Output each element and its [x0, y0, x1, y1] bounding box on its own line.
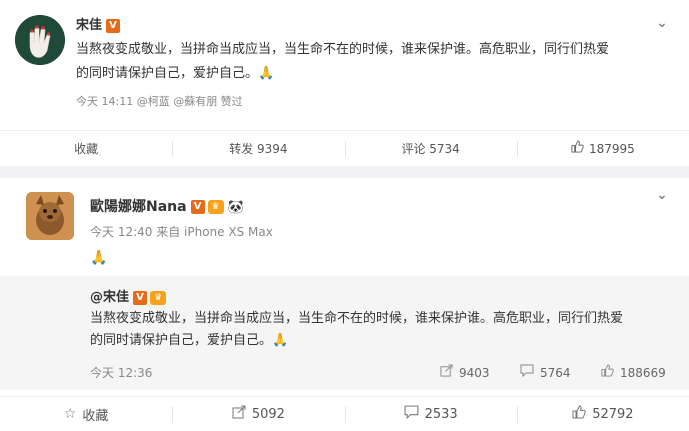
share-icon [440, 364, 453, 381]
feed-divider [0, 166, 689, 178]
repost-text: 当熬夜变成敬业，当拼命当成应当，当生命不在的时候，谁来保护谁。高危职业，同行们热… [90, 308, 623, 352]
share-icon [232, 405, 246, 423]
like-button[interactable]: 187995 [516, 131, 689, 166]
post-text-line: 当熬夜变成敬业，当拼命当成应当，当生命不在的时候，谁来保护谁。高危职业，同行们热… [76, 42, 610, 57]
repost-button[interactable]: 转发 9394 [172, 131, 344, 166]
repost-text-line: 当熬夜变成敬业，当拼命当成应当，当生命不在的时候，谁来保护谁。高危职业，同行们热… [90, 311, 624, 326]
post-text: 当熬夜变成敬业，当拼命当成应当，当生命不在的时候，谁来保护谁。高危职业，同行们热… [76, 38, 609, 86]
post-meta: 今天 14:11 @柯蓝 @蘇有朋 赞过 [76, 95, 243, 108]
repost-author[interactable]: @宋佳 V ♛ [90, 286, 167, 305]
repost-time: 今天 12:36 [90, 366, 153, 380]
repost-like-count: 188669 [620, 365, 666, 380]
author-name[interactable]: 宋佳 V [76, 14, 121, 33]
like-button[interactable]: 52792 [516, 397, 689, 431]
post-action-bar: 收藏 转发 9394 评论 5734 187995 [0, 130, 689, 166]
repost-comment-stat[interactable]: 5764 [520, 364, 571, 381]
repost-share-stat[interactable]: 9403 [440, 364, 490, 381]
comment-icon [520, 364, 534, 381]
post-meta: 今天 12:40 来自 iPhone XS Max [90, 225, 273, 239]
repost-author-text[interactable]: @宋佳 [90, 290, 129, 305]
post-action-bar: ☆ 收藏 5092 2533 52792 [0, 396, 689, 431]
repost-comment-count: 5764 [540, 365, 571, 380]
crown-badge-icon: ♛ [150, 290, 167, 305]
favorite-label: 收藏 [82, 408, 109, 424]
verified-badge-icon: V [190, 200, 205, 214]
comment-label: 评论 5734 [401, 142, 460, 156]
reposted-content[interactable]: @宋佳 V ♛ 当熬夜变成敬业，当拼命当成应当，当生命不在的时候，谁来保护谁。高危职… [0, 276, 689, 390]
comment-icon [404, 405, 419, 423]
crown-badge-icon: ♛ [207, 200, 224, 214]
favorite-label: 收藏 [74, 142, 99, 156]
author-name-text[interactable]: 歐陽娜娜Nana [90, 199, 187, 215]
comment-button[interactable]: 评论 5734 [344, 131, 517, 166]
repost-like-stat[interactable]: 188669 [601, 364, 666, 381]
repost-count: 5092 [251, 406, 285, 422]
author-avatar[interactable] [15, 15, 65, 65]
repost-label: 转发 9394 [229, 142, 288, 156]
author-avatar[interactable] [26, 192, 74, 240]
chevron-down-icon[interactable]: ⌄ [655, 188, 669, 202]
author-name-text[interactable]: 宋佳 [76, 18, 102, 33]
panda-icon: 🐼 [227, 200, 244, 215]
repost-share-count: 9403 [459, 365, 490, 380]
verified-badge-icon: V [106, 18, 121, 33]
post-text: 🙏 [90, 250, 108, 266]
author-name[interactable]: 歐陽娜娜Nana V ♛ 🐼 [90, 196, 244, 216]
like-icon [601, 364, 614, 381]
comment-count: 2533 [424, 406, 458, 422]
like-icon [571, 140, 584, 157]
favorite-button[interactable]: ☆ 收藏 [0, 397, 172, 431]
chevron-down-icon[interactable]: ⌄ [655, 16, 669, 30]
like-count: 52792 [592, 406, 634, 422]
star-icon: ☆ [63, 406, 77, 422]
weibo-post: 宋佳 V ⌄ 当熬夜变成敬业，当拼命当成应当，当生命不在的时候，谁来保护谁。高危职… [0, 0, 689, 130]
repost-button[interactable]: 5092 [172, 397, 344, 431]
repost-text-line: 的同时请保护自己，爱护自己。🙏 [90, 333, 289, 348]
post-text-line: 的同时请保护自己，爱护自己。🙏 [76, 66, 275, 81]
comment-button[interactable]: 2533 [344, 397, 517, 431]
weibo-post: 歐陽娜娜Nana V ♛ 🐼 ⌄ 今天 12:40 来自 iPhone XS Max … [0, 178, 689, 431]
verified-badge-icon: V [133, 290, 148, 305]
favorite-button[interactable]: 收藏 [0, 131, 172, 166]
like-count: 187995 [588, 141, 635, 156]
like-icon [572, 405, 586, 423]
